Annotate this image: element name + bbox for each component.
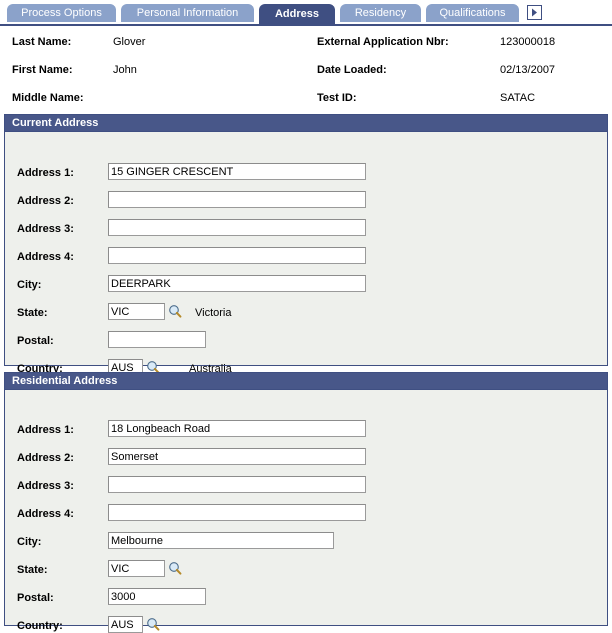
ra-state-label: State: [17, 564, 48, 576]
ca-address3-label: Address 3: [17, 223, 74, 235]
ra-address2-label: Address 2: [17, 452, 74, 464]
tab-residency[interactable]: Residency [339, 3, 422, 22]
tab-personal-information[interactable]: Personal Information [120, 3, 255, 22]
ca-city-label: City: [17, 279, 42, 291]
ca-state-label: State: [17, 307, 48, 319]
ca-address4-input[interactable] [108, 247, 366, 264]
first-name-value: John [113, 64, 137, 76]
ca-postal-input[interactable] [108, 331, 206, 348]
current-address-body: Address 1: Address 2: Address 3: Address… [5, 132, 607, 376]
ra-address4-label: Address 4: [17, 508, 74, 520]
ra-address3-input[interactable] [108, 476, 366, 493]
current-address-panel: Current Address Address 1: Address 2: Ad… [4, 114, 608, 376]
last-name-value: Glover [113, 36, 146, 48]
ca-address3-input[interactable] [108, 219, 366, 236]
tab-label: Address [274, 8, 320, 20]
last-name-label: Last Name: [12, 36, 72, 48]
ra-state-input[interactable] [108, 560, 165, 577]
test-id-label: Test ID: [317, 92, 357, 104]
ra-address4-input[interactable] [108, 504, 366, 521]
ca-address1-input[interactable] [108, 163, 366, 180]
tab-label: Personal Information [136, 7, 239, 19]
current-address-header: Current Address [5, 115, 607, 132]
ra-postal-label: Postal: [17, 592, 54, 604]
applicant-summary: Last Name: Glover First Name: John Middl… [0, 26, 612, 108]
tab-label: Qualifications [439, 7, 506, 19]
middle-name-label: Middle Name: [12, 92, 84, 104]
ca-address2-input[interactable] [108, 191, 366, 208]
residential-address-body: Address 1: Address 2: Address 3: Address… [5, 390, 607, 633]
ca-address2-label: Address 2: [17, 195, 74, 207]
ra-address3-label: Address 3: [17, 480, 74, 492]
ra-city-label: City: [17, 536, 42, 548]
ra-address1-input[interactable] [108, 420, 366, 437]
ra-country-input[interactable] [108, 616, 143, 633]
external-application-nbr-value: 123000018 [500, 36, 556, 48]
tab-label: Process Options [21, 7, 102, 19]
tab-process-options[interactable]: Process Options [6, 3, 117, 22]
date-loaded-value: 02/13/2007 [500, 64, 556, 76]
first-name-label: First Name: [12, 64, 73, 76]
ca-postal-label: Postal: [17, 335, 54, 347]
ca-address4-label: Address 4: [17, 251, 74, 263]
date-loaded-label: Date Loaded: [317, 64, 387, 76]
ra-address2-input[interactable] [108, 448, 366, 465]
ra-postal-input[interactable] [108, 588, 206, 605]
ra-country-lookup-icon[interactable] [146, 617, 160, 631]
test-id-value: SATAC [500, 92, 536, 104]
tab-address[interactable]: Address [258, 3, 336, 24]
ra-address1-label: Address 1: [17, 424, 74, 436]
ca-address1-label: Address 1: [17, 167, 74, 179]
next-arrow-icon[interactable] [527, 5, 542, 20]
ca-city-input[interactable] [108, 275, 366, 292]
external-application-nbr-label: External Application Nbr: [317, 36, 449, 48]
residential-address-header: Residential Address [5, 373, 607, 390]
tab-label: Residency [354, 7, 407, 19]
residential-address-panel: Residential Address Address 1: Address 2… [4, 372, 608, 633]
ra-city-input[interactable] [108, 532, 334, 549]
ca-state-input[interactable] [108, 303, 165, 320]
ca-state-description: Victoria [195, 307, 232, 319]
tab-bar: Process Options Personal Information Add… [0, 0, 612, 26]
ra-country-label: Country: [17, 620, 63, 632]
ra-state-lookup-icon[interactable] [168, 561, 182, 575]
ca-state-lookup-icon[interactable] [168, 304, 182, 318]
tab-qualifications[interactable]: Qualifications [425, 3, 520, 22]
